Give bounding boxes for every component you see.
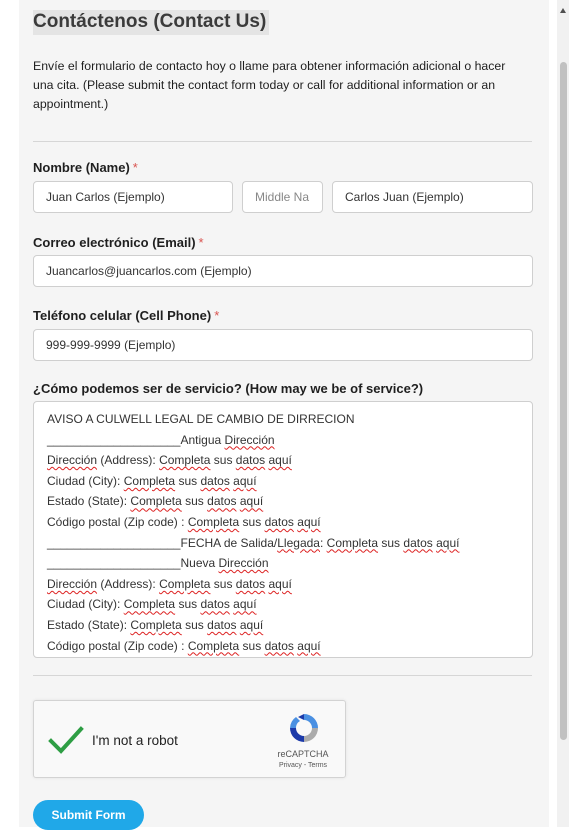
required-marker: * (198, 235, 204, 250)
checkmark-icon[interactable] (48, 725, 84, 755)
service-text-line: Estado (State): Completa sus datos aquí (47, 494, 264, 509)
recaptcha-brand: reCAPTCHA (277, 749, 329, 759)
service-text-line: Dirección (Address): Completa sus datos … (47, 576, 292, 591)
first-name-input[interactable]: Juan Carlos (Ejemplo) (33, 181, 233, 213)
recaptcha-logo-icon (290, 714, 318, 742)
service-text-line: Código postal (Zip code) : Completa sus … (47, 638, 321, 653)
service-text-line: ____________________Antigua Dirección (47, 432, 275, 447)
name-label-text: Nombre (Name) (33, 160, 130, 175)
service-textarea[interactable]: AVISO A CULWELL LEGAL DE CAMBIO DE DIRRE… (33, 401, 533, 658)
email-field[interactable]: Juancarlos@juancarlos.com (Ejemplo) (33, 255, 533, 287)
scroll-up-icon[interactable] (560, 8, 566, 13)
service-text-line: ____________________FECHA de Salida/Lleg… (47, 535, 460, 550)
service-text-line: Dirección (Address): Completa sus datos … (47, 453, 292, 468)
captcha-label: I'm not a robot (92, 733, 178, 748)
email-label-text: Correo electrónico (Email) (33, 235, 196, 250)
recaptcha-widget[interactable]: I'm not a robot reCAPTCHA Privacy - Term… (33, 700, 346, 778)
email-label: Correo electrónico (Email) * (33, 235, 204, 250)
service-text-line: Código postal (Zip code) : Completa sus … (47, 514, 321, 529)
scrollbar[interactable] (557, 0, 569, 827)
required-marker: * (132, 160, 138, 175)
required-marker: * (214, 308, 220, 323)
service-text-line: AVISO A CULWELL LEGAL DE CAMBIO DE DIRRE… (47, 412, 355, 426)
name-label: Nombre (Name) * (33, 160, 138, 175)
service-text-line: Ciudad (City): Completa sus datos aquí (47, 473, 257, 488)
divider (33, 675, 532, 676)
scroll-thumb[interactable] (560, 62, 567, 740)
phone-label: Teléfono celular (Cell Phone) * (33, 308, 219, 323)
submit-button[interactable]: Submit Form (33, 800, 144, 830)
service-text-line: Ciudad (City): Completa sus datos aquí (47, 597, 257, 612)
service-label: ¿Cómo podemos ser de servicio? (How may … (33, 381, 424, 396)
recaptcha-links[interactable]: Privacy - Terms (267, 762, 339, 769)
phone-field[interactable]: 999-999-9999 (Ejemplo) (33, 329, 533, 361)
intro-text: Envíe el formulario de contacto hoy o ll… (33, 59, 506, 111)
service-text-line: ____________________Nueva Dirección (47, 556, 269, 571)
service-text-line: Estado (State): Completa sus datos aquí (47, 617, 264, 632)
page-title: Contáctenos (Contact Us) (33, 10, 270, 35)
last-name-input[interactable]: Carlos Juan (Ejemplo) (332, 181, 533, 213)
divider (33, 141, 532, 142)
phone-label-text: Teléfono celular (Cell Phone) (33, 308, 212, 323)
contact-panel: Contáctenos (Contact Us) Envíe el formul… (19, 0, 549, 830)
middle-name-input[interactable]: Middle Na (242, 181, 323, 213)
